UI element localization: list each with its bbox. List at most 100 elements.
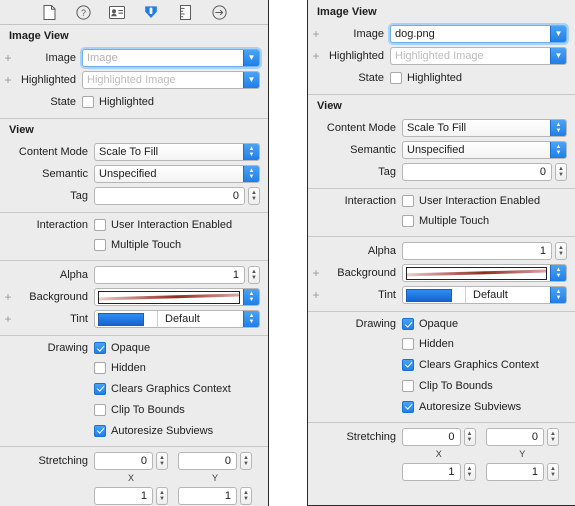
chevron-down-icon[interactable]: ▼ (550, 26, 566, 42)
drawing-opaque-row[interactable]: Opaque (402, 318, 458, 330)
alpha-stepper[interactable]: ▲ ▼ (555, 242, 567, 260)
drawing-hidden-row[interactable]: Hidden (402, 337, 454, 350)
size-inspector-icon[interactable] (177, 4, 194, 21)
stretching-y-stepper[interactable]: ▲ ▼ (547, 428, 559, 446)
drawing-clears-graphics-context-row[interactable]: Clears Graphics Context (94, 382, 231, 395)
tint-color-well[interactable]: Default ▲ ▼ (402, 286, 567, 304)
stretching-width-stepper[interactable]: ▲ ▼ (156, 487, 168, 505)
content-mode-popup[interactable]: Scale To Fill ▲ ▼ (94, 143, 260, 161)
drawing-opaque-row[interactable]: Opaque (94, 342, 150, 354)
state-highlighted-checkbox-row[interactable]: Highlighted (390, 71, 462, 84)
drawing-clip-to-bounds-checkbox[interactable] (402, 379, 414, 392)
multiple-touch-checkbox[interactable] (402, 214, 414, 227)
drawing-clip-to-bounds-row[interactable]: Clip To Bounds (402, 379, 493, 392)
chevron-down-icon[interactable]: ▼ (243, 50, 259, 66)
up-down-chevron-icon[interactable]: ▲ ▼ (550, 287, 566, 303)
user-interaction-enabled-checkbox[interactable] (94, 219, 106, 231)
add-tint-icon[interactable]: + (308, 289, 324, 301)
stretching-height-input[interactable]: 1 (178, 487, 237, 505)
up-down-chevron-icon[interactable]: ▲ ▼ (243, 144, 259, 160)
semantic-popup[interactable]: Unspecified ▲ ▼ (402, 141, 567, 159)
up-down-chevron-icon[interactable]: ▲ ▼ (550, 265, 566, 281)
alpha-input[interactable]: 1 (402, 242, 552, 260)
highlighted-image-input[interactable]: Highlighted Image (391, 48, 550, 64)
tag-stepper[interactable]: ▲ ▼ (555, 163, 567, 181)
drawing-clears-graphics-context-row[interactable]: Clears Graphics Context (402, 358, 539, 371)
inspector-toolbar[interactable]: ? (0, 0, 268, 25)
stretching-x-stepper[interactable]: ▲ ▼ (463, 428, 476, 446)
highlighted-image-combo[interactable]: Highlighted Image ▼ (390, 47, 567, 65)
drawing-autoresize-subviews-row[interactable]: Autoresize Subviews (402, 400, 521, 413)
tag-input[interactable]: 0 (94, 187, 245, 205)
drawing-autoresize-subviews-row[interactable]: Autoresize Subviews (94, 424, 213, 437)
attributes-inspector-icon[interactable] (143, 4, 160, 21)
stretching-height-stepper[interactable]: ▲ ▼ (547, 463, 559, 481)
identity-inspector-icon[interactable] (109, 4, 126, 21)
stretching-x-input[interactable]: 0 (402, 428, 461, 446)
alpha-stepper[interactable]: ▲ ▼ (248, 266, 260, 284)
clear-color-swatch[interactable] (406, 266, 547, 280)
stretching-width-input[interactable]: 1 (402, 463, 461, 481)
content-mode-popup[interactable]: Scale To Fill ▲ ▼ (402, 119, 567, 137)
background-color-well[interactable]: ▲ ▼ (402, 264, 567, 282)
tint-color-swatch[interactable] (406, 288, 452, 302)
state-highlighted-checkbox-row[interactable]: Highlighted (82, 95, 154, 108)
stretching-height-stepper[interactable]: ▲ ▼ (240, 487, 252, 505)
stretching-height-input[interactable]: 1 (485, 463, 544, 481)
add-background-icon[interactable]: + (308, 267, 324, 279)
image-input[interactable]: dog.png (391, 26, 550, 42)
add-image-icon[interactable]: + (308, 28, 324, 40)
multiple-touch-row[interactable]: Multiple Touch (402, 214, 489, 227)
user-interaction-enabled-checkbox[interactable] (402, 195, 414, 207)
image-combo[interactable]: Image ▼ (80, 47, 262, 69)
add-highlighted-image-icon[interactable]: + (0, 74, 16, 86)
drawing-hidden-checkbox[interactable] (94, 361, 106, 374)
user-interaction-enabled-row[interactable]: User Interaction Enabled (94, 219, 232, 231)
background-swatch-cell[interactable] (95, 289, 243, 305)
up-down-chevron-icon[interactable]: ▲ ▼ (243, 166, 259, 182)
background-color-well[interactable]: ▲ ▼ (94, 288, 260, 306)
stretching-width-stepper[interactable]: ▲ ▼ (463, 463, 476, 481)
highlighted-image-input[interactable]: Highlighted Image (83, 72, 243, 88)
image-combo[interactable]: dog.png ▼ (388, 23, 569, 45)
add-image-icon[interactable]: + (0, 52, 16, 64)
tint-color-swatch[interactable] (98, 312, 144, 326)
background-swatch-cell[interactable] (403, 265, 550, 281)
tag-stepper[interactable]: ▲ ▼ (248, 187, 260, 205)
highlighted-image-combo[interactable]: Highlighted Image ▼ (82, 71, 260, 89)
up-down-chevron-icon[interactable]: ▲ ▼ (550, 120, 566, 136)
drawing-hidden-row[interactable]: Hidden (94, 361, 146, 374)
drawing-clears-graphics-context-checkbox[interactable] (94, 382, 106, 395)
drawing-autoresize-subviews-checkbox[interactable] (94, 424, 106, 437)
tint-swatch-cell[interactable] (95, 311, 153, 327)
drawing-clip-to-bounds-row[interactable]: Clip To Bounds (94, 403, 185, 416)
image-input[interactable]: Image (83, 50, 243, 66)
up-down-chevron-icon[interactable]: ▲ ▼ (243, 311, 259, 327)
add-tint-icon[interactable]: + (0, 313, 16, 325)
stretching-y-stepper[interactable]: ▲ ▼ (240, 452, 252, 470)
state-highlighted-checkbox[interactable] (82, 95, 94, 108)
stretching-x-stepper[interactable]: ▲ ▼ (156, 452, 168, 470)
connections-inspector-icon[interactable] (211, 4, 228, 21)
user-interaction-enabled-row[interactable]: User Interaction Enabled (402, 195, 540, 207)
multiple-touch-row[interactable]: Multiple Touch (94, 238, 181, 251)
stretching-x-input[interactable]: 0 (94, 452, 153, 470)
clear-color-swatch[interactable] (98, 290, 240, 304)
semantic-popup[interactable]: Unspecified ▲ ▼ (94, 165, 260, 183)
drawing-hidden-checkbox[interactable] (402, 337, 414, 350)
tag-input[interactable]: 0 (402, 163, 552, 181)
up-down-chevron-icon[interactable]: ▲ ▼ (550, 142, 566, 158)
drawing-clears-graphics-context-checkbox[interactable] (402, 358, 414, 371)
up-down-chevron-icon[interactable]: ▲ ▼ (243, 289, 259, 305)
stretching-y-input[interactable]: 0 (178, 452, 237, 470)
tint-swatch-cell[interactable] (403, 287, 461, 303)
drawing-autoresize-subviews-checkbox[interactable] (402, 400, 414, 413)
stretching-width-input[interactable]: 1 (94, 487, 153, 505)
quick-help-inspector-icon[interactable]: ? (75, 4, 92, 21)
chevron-down-icon[interactable]: ▼ (550, 48, 566, 64)
drawing-clip-to-bounds-checkbox[interactable] (94, 403, 106, 416)
alpha-input[interactable]: 1 (94, 266, 245, 284)
drawing-opaque-checkbox[interactable] (402, 318, 414, 330)
file-inspector-icon[interactable] (41, 4, 58, 21)
add-background-icon[interactable]: + (0, 291, 16, 303)
